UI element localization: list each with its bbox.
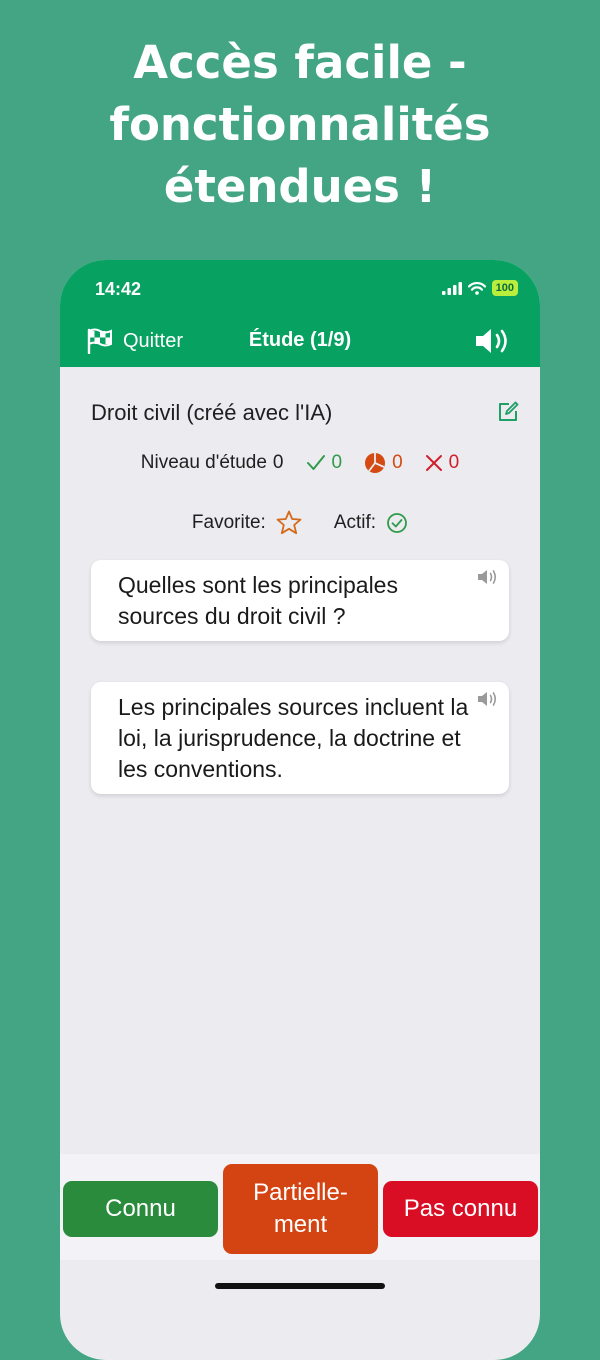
page-title: Étude (1/9) <box>248 329 352 351</box>
partial-button[interactable]: Partielle-ment <box>223 1164 378 1254</box>
nav-bar: Quitter Étude (1/9) <box>60 322 540 362</box>
cross-icon <box>425 455 442 471</box>
wifi-icon <box>467 281 486 295</box>
status-icons: 100 <box>441 280 518 296</box>
speaker-icon <box>476 329 507 353</box>
check-icon <box>306 455 325 470</box>
headline-line-3: étendues ! <box>163 160 437 213</box>
promo-headline: Accès facile - fonctionnalités étendues … <box>0 32 600 218</box>
known-button[interactable]: Connu <box>63 1181 218 1237</box>
study-level-label: Niveau d'étude <box>140 452 267 473</box>
sound-button[interactable] <box>474 326 514 361</box>
question-card[interactable]: Quelles sont les principales sources du … <box>91 560 509 641</box>
check-circle-icon[interactable] <box>386 512 408 534</box>
card-flags: Favorite: Actif: <box>60 510 540 535</box>
study-stats: Niveau d'étude 0 0 0 0 <box>60 452 540 474</box>
answer-speaker-icon[interactable] <box>477 690 501 708</box>
phone-screen: 14:42 100 Quitter Étude (1/9) Droit civi… <box>60 260 540 1360</box>
question-text: Quelles sont les principales sources du … <box>118 572 398 629</box>
headline-line-2: fonctionnalités <box>109 98 491 151</box>
deck-title: Droit civil (créé avec l'IA) <box>91 400 333 425</box>
favorite-label: Favorite: <box>191 511 266 533</box>
unknown-count: 0 <box>448 452 460 473</box>
home-indicator[interactable] <box>215 1283 385 1289</box>
study-level-value: 0 <box>272 452 284 473</box>
signal-icon <box>441 281 462 295</box>
edit-icon <box>499 401 519 421</box>
question-speaker-icon[interactable] <box>477 568 501 586</box>
known-count: 0 <box>331 452 343 473</box>
partial-count: 0 <box>392 452 403 473</box>
status-time: 14:42 <box>95 279 142 299</box>
answer-text: Les principales sources incluent la loi,… <box>118 694 469 782</box>
active-label: Actif: <box>333 511 377 533</box>
top-bar: 14:42 100 Quitter Étude (1/9) <box>60 260 540 367</box>
battery-indicator: 100 <box>491 280 518 296</box>
pie-chart-icon <box>365 453 386 473</box>
answer-card[interactable]: Les principales sources incluent la loi,… <box>91 682 509 794</box>
star-icon[interactable] <box>276 510 302 535</box>
unknown-button[interactable]: Pas connu <box>383 1181 538 1237</box>
edit-button[interactable] <box>497 401 519 428</box>
headline-line-1: Accès facile - <box>133 36 467 89</box>
